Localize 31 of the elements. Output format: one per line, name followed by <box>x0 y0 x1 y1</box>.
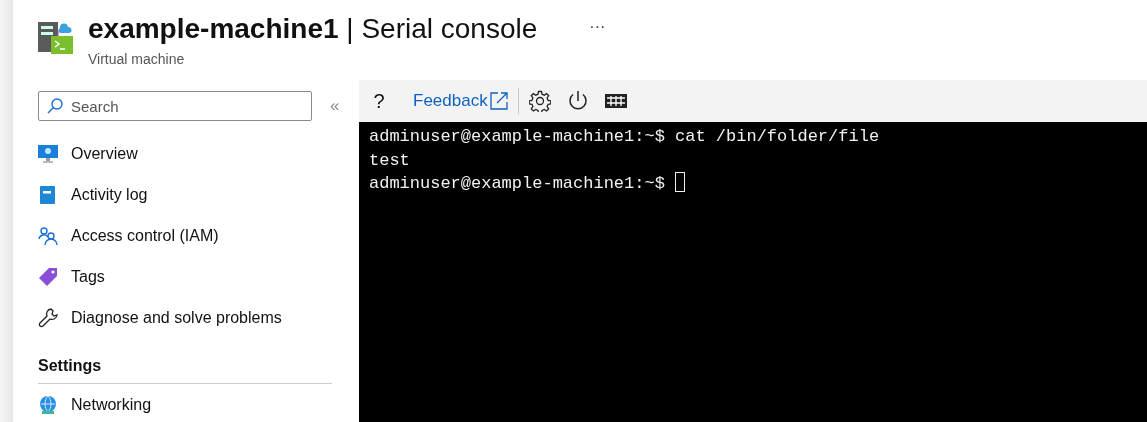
section-heading: Settings <box>38 357 332 384</box>
nav-item[interactable]: Overview <box>38 133 142 174</box>
help-button[interactable]: ? <box>369 89 389 113</box>
nav-item[interactable]: Diagnose and solve problems <box>38 297 286 338</box>
cursor <box>675 172 686 192</box>
terminal-line: adminuser@example-machine1:~$ cat /bin/folder/file <box>369 126 881 148</box>
settings-icon <box>528 90 551 112</box>
globe-icon <box>38 394 58 415</box>
power-icon <box>567 90 588 112</box>
power-button[interactable] <box>567 90 588 112</box>
monitor-icon <box>38 143 58 164</box>
page-title: example-machine1 | Serial console <box>88 12 538 46</box>
nav-item[interactable]: Activity log <box>38 174 152 215</box>
nav-item[interactable]: Tags <box>38 256 109 297</box>
log-book-icon <box>38 184 58 205</box>
terminal-line: adminuser@example-machine1:~$ <box>369 172 1137 196</box>
wrench-icon <box>38 307 58 328</box>
nav-item[interactable]: Access control (IAM) <box>38 215 223 256</box>
nav-item[interactable]: Networking <box>38 384 156 422</box>
page-subtitle: Virtual machine <box>88 51 186 67</box>
people-icon <box>38 225 58 246</box>
feedback-link[interactable]: Feedback <box>413 91 508 111</box>
keyboard-button[interactable] <box>604 94 627 108</box>
keyboard-icon <box>604 94 627 108</box>
terminal-line: test <box>369 149 411 172</box>
more-button[interactable]: ··· <box>587 18 608 36</box>
collapse-button[interactable]: « <box>326 96 344 116</box>
search-field[interactable]: Search <box>38 91 312 121</box>
external-link-icon <box>489 92 508 110</box>
tag-icon <box>38 266 58 287</box>
settings-button[interactable] <box>528 90 551 112</box>
